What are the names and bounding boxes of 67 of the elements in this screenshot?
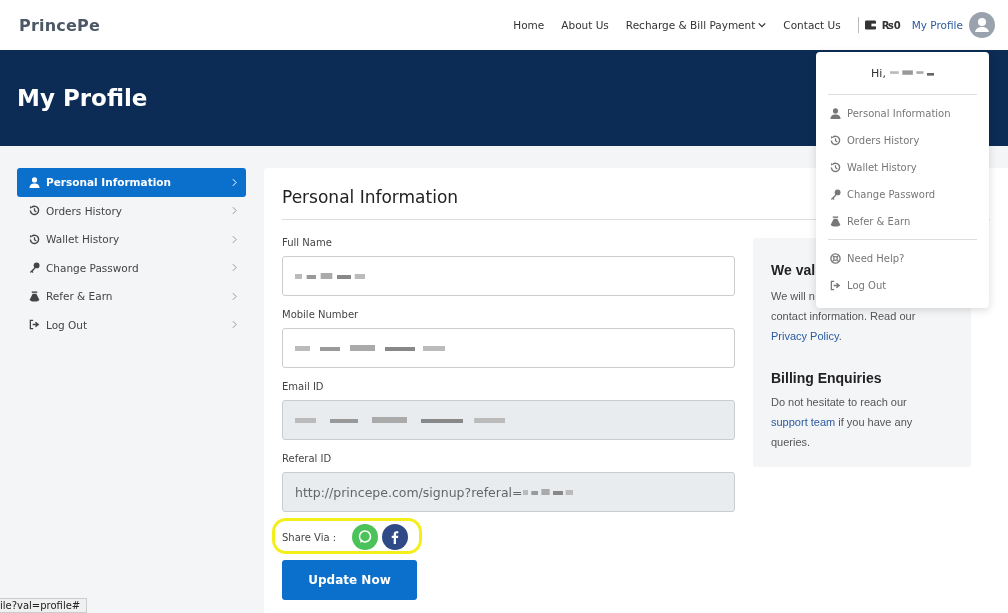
input-field[interactable] <box>282 400 735 440</box>
history-icon <box>29 205 40 217</box>
profile-link[interactable]: My Profile <box>911 19 963 31</box>
history-icon <box>29 233 40 245</box>
chevron-icon <box>232 234 237 244</box>
menu-item[interactable]: Log Out <box>828 272 977 299</box>
input-field[interactable] <box>282 256 735 296</box>
redacted-drawing <box>522 487 573 497</box>
privacy-policy-link[interactable]: Privacy Policy <box>771 330 839 342</box>
menu-item[interactable]: Change Password <box>828 181 977 208</box>
field-label: Mobile Number <box>282 309 360 320</box>
sidebar-item[interactable]: Orders History <box>17 196 246 225</box>
sidebar-item[interactable]: Change Password <box>17 253 246 282</box>
sidebar-item[interactable]: Refer & Earn <box>17 282 246 311</box>
chevron-icon <box>232 206 237 216</box>
nav-link[interactable]: Home <box>513 19 545 31</box>
info-heading: Billing Enquiries <box>771 370 882 386</box>
logo[interactable]: PrincePe <box>19 15 100 35</box>
facebook-icon[interactable] <box>382 524 409 550</box>
logout-icon <box>830 280 841 291</box>
info-heading: We val <box>771 262 816 278</box>
share-label: Share Via : <box>282 531 337 543</box>
menu-item[interactable]: Orders History <box>828 127 977 154</box>
section-title: Personal Information <box>282 187 459 207</box>
caret-icon <box>758 21 767 29</box>
logout-icon <box>29 319 40 331</box>
menu-item[interactable]: Refer & Earn <box>828 208 977 235</box>
info-text: Do not hesitate to reach our support team if you have any queries. <box>771 395 914 450</box>
info-text: contact information. Read our Privacy Policy. <box>771 309 917 344</box>
nav-link[interactable]: About Us <box>561 19 609 31</box>
support-team-link[interactable]: support team <box>771 416 836 428</box>
update-button[interactable]: Update Now <box>282 560 417 600</box>
chevron-icon <box>232 291 237 301</box>
avatar-icon[interactable] <box>969 12 995 38</box>
history-icon <box>830 162 841 173</box>
menu-item[interactable]: Personal Information <box>828 100 977 127</box>
nav-link[interactable]: Contact Us <box>783 19 841 31</box>
field-label: Referal ID <box>282 453 333 464</box>
lifebuoy-icon <box>830 253 841 264</box>
greeting: Hi, <box>871 66 886 80</box>
chevron-icon <box>232 177 237 187</box>
user-icon <box>29 176 40 188</box>
key-icon <box>29 262 40 274</box>
status-bar-url: ile?val=profile# <box>0 598 88 613</box>
history-icon <box>830 135 841 146</box>
input-field[interactable] <box>282 328 735 368</box>
sidebar-item[interactable]: Log Out <box>17 310 246 339</box>
chevron-icon <box>232 320 237 330</box>
chevron-icon <box>232 263 237 273</box>
nav-dropdown[interactable]: Recharge & Bill Payment <box>625 19 767 31</box>
redacted-drawing <box>889 69 934 77</box>
sidebar-item[interactable]: Wallet History <box>17 225 246 254</box>
sidebar-item[interactable]: Personal Information <box>17 168 246 197</box>
menu-item[interactable]: Wallet History <box>828 154 977 181</box>
money-bag-icon <box>830 216 841 227</box>
user-icon <box>830 108 841 119</box>
field-label: Email ID <box>282 381 325 392</box>
page-title: My Profile <box>17 85 148 111</box>
field-label: Full Name <box>282 237 333 248</box>
money-bag-icon <box>29 290 40 302</box>
wallet-icon <box>864 20 876 30</box>
redacted-drawing <box>295 271 365 281</box>
info-text: We will n <box>771 289 815 304</box>
wallet-balance: ₨0 <box>881 19 901 31</box>
input-field[interactable]: http://princepe.com/signup?referal= <box>282 472 735 512</box>
key-icon <box>830 189 841 200</box>
menu-item[interactable]: Need Help? <box>828 245 977 272</box>
